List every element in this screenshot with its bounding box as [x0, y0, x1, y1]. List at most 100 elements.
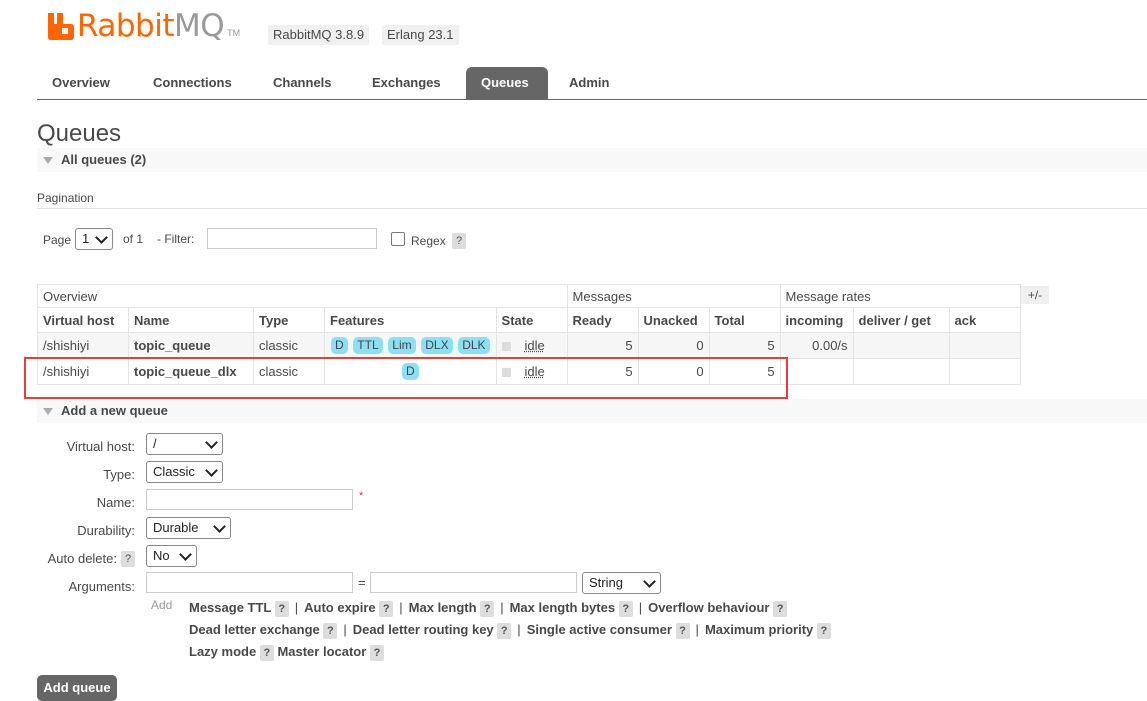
queue-name-link[interactable]: topic_queue_dlx: [128, 358, 254, 385]
help-icon[interactable]: ?: [369, 645, 384, 661]
type-select[interactable]: Classic: [146, 461, 223, 483]
queue-name-input[interactable]: [146, 489, 353, 510]
arg-single-active-consumer-link[interactable]: Single active consumer: [527, 622, 672, 637]
help-icon[interactable]: ?: [816, 623, 831, 639]
col-ready: Ready: [566, 307, 639, 333]
group-messages: Messages: [566, 284, 781, 308]
arg-auto-expire-link[interactable]: Auto expire: [304, 600, 376, 615]
tab-channels[interactable]: Channels: [258, 67, 347, 99]
feature-badge: Lim: [388, 337, 416, 354]
page-label: Page: [43, 233, 72, 247]
type-label: Type:: [103, 467, 135, 482]
row-unacked: 0: [637, 332, 710, 359]
col-features: Features: [324, 307, 497, 333]
help-icon[interactable]: ?: [675, 623, 690, 639]
help-icon[interactable]: ?: [379, 601, 394, 617]
feature-badge: DLX: [421, 337, 453, 354]
arg-lazy-mode-link[interactable]: Lazy mode: [189, 644, 256, 659]
row-vhost: /shishiyi: [37, 332, 129, 359]
tab-exchanges[interactable]: Exchanges: [357, 67, 456, 99]
arg-overflow-behaviour-link[interactable]: Overflow behaviour: [648, 600, 769, 615]
row-deliver-get: [852, 358, 950, 385]
feature-badge: DLK: [458, 337, 490, 354]
arg-master-locator-link[interactable]: Master locator: [277, 644, 366, 659]
help-icon[interactable]: ?: [323, 623, 338, 639]
divider: [37, 208, 1147, 209]
page-select[interactable]: 1: [75, 228, 113, 250]
all-queues-label: All queues (2): [61, 152, 147, 167]
help-icon[interactable]: ?: [274, 601, 289, 617]
durability-select[interactable]: Durable: [146, 517, 231, 539]
arg-maximum-priority-link[interactable]: Maximum priority: [705, 622, 813, 637]
toggle-columns-button[interactable]: +/-: [1021, 286, 1049, 304]
arg-max-length-link[interactable]: Max length: [409, 600, 477, 615]
row-features: D: [324, 358, 497, 385]
group-overview: Overview: [37, 284, 568, 308]
name-label: Name:: [96, 495, 135, 510]
main-nav: Overview Connections Channels Exchanges …: [37, 67, 1147, 100]
arg-message-ttl-link[interactable]: Message TTL: [189, 600, 271, 615]
auto-delete-select[interactable]: No: [146, 545, 197, 567]
regex-help-icon[interactable]: ?: [452, 233, 466, 249]
add-argument-label: Add: [151, 598, 173, 612]
help-icon[interactable]: ?: [259, 645, 274, 661]
feature-badge: TTL: [353, 337, 383, 354]
help-icon[interactable]: ?: [480, 601, 495, 617]
add-queue-toggle[interactable]: Add a new queue: [37, 399, 1147, 423]
help-icon[interactable]: ?: [497, 623, 512, 639]
regex-checkbox[interactable]: [391, 232, 405, 246]
col-virtual-host: Virtual host: [37, 307, 129, 333]
row-deliver-get: [852, 332, 950, 359]
feature-badge: D: [401, 363, 419, 380]
all-queues-toggle[interactable]: All queues (2): [37, 148, 1147, 172]
tab-queues[interactable]: Queues: [466, 67, 548, 99]
arguments-label: Arguments:: [68, 579, 135, 594]
vhost-label: Virtual host:: [66, 439, 135, 454]
help-icon[interactable]: ?: [618, 601, 633, 617]
rabbitmq-version: RabbitMQ 3.8.9: [268, 25, 370, 45]
filter-input[interactable]: [207, 228, 377, 249]
add-queue-button[interactable]: Add queue: [37, 675, 117, 701]
col-deliver-get: deliver / get: [852, 307, 950, 333]
chevron-down-icon: [95, 231, 108, 244]
row-vhost: /shishiyi: [37, 358, 129, 385]
row-type: classic: [253, 358, 325, 385]
help-icon[interactable]: ?: [773, 601, 788, 617]
table-row[interactable]: /shishiyi topic_queue classic D TTL Lim …: [37, 332, 1021, 359]
auto-delete-help-icon[interactable]: ?: [121, 551, 135, 567]
col-ack: ack: [948, 307, 1021, 333]
row-ack: [948, 332, 1021, 359]
tab-connections[interactable]: Connections: [138, 67, 247, 99]
durability-label: Durability:: [77, 523, 135, 538]
argument-key-input[interactable]: [146, 572, 353, 593]
required-marker: *: [359, 490, 364, 502]
rabbitmq-logo: RabbitMQ TM: [48, 8, 240, 44]
rabbitmq-logo-icon: [48, 13, 74, 40]
logo-text-rabbit: Rabbit: [77, 8, 174, 44]
argument-equals: =: [358, 575, 366, 590]
collapse-triangle-icon: [43, 156, 53, 164]
arg-max-length-bytes-link[interactable]: Max length bytes: [510, 600, 615, 615]
type-select-value: Classic: [153, 464, 195, 479]
col-total: Total: [708, 307, 781, 333]
table-row[interactable]: /shishiyi topic_queue_dlx classic D idle…: [37, 358, 1021, 385]
row-incoming: [779, 358, 854, 385]
argument-type-select[interactable]: String: [582, 572, 661, 594]
tab-overview[interactable]: Overview: [37, 67, 125, 99]
chevron-down-icon: [643, 575, 656, 588]
row-unacked: 0: [637, 358, 710, 385]
tab-admin[interactable]: Admin: [554, 67, 624, 99]
row-incoming: 0.00/s: [779, 332, 854, 359]
argument-type-value: String: [589, 575, 623, 590]
queue-name-link[interactable]: topic_queue: [128, 332, 254, 359]
auto-delete-label: Auto delete:: [47, 551, 117, 566]
row-state: idle: [495, 358, 568, 385]
durability-select-value: Durable: [153, 520, 199, 535]
vhost-select[interactable]: /: [146, 433, 223, 455]
arg-dead-letter-exchange-link[interactable]: Dead letter exchange: [189, 622, 320, 637]
arg-dead-letter-routing-key-link[interactable]: Dead letter routing key: [353, 622, 494, 637]
argument-value-input[interactable]: [370, 572, 577, 593]
col-incoming: incoming: [779, 307, 854, 333]
group-message-rates: Message rates: [779, 284, 1021, 308]
col-type: Type: [253, 307, 325, 333]
